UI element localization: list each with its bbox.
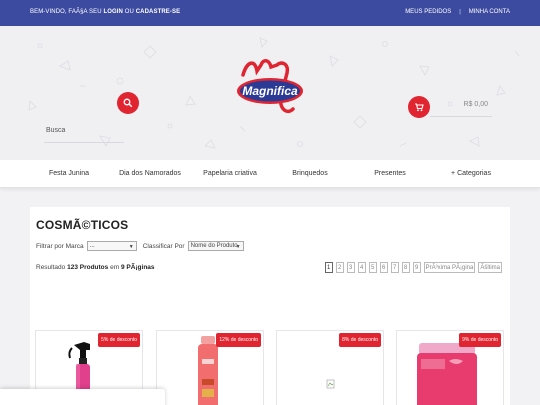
- search-placeholder: Busca: [46, 127, 66, 134]
- page-7[interactable]: 7: [390, 262, 399, 273]
- page-6[interactable]: 6: [379, 262, 388, 273]
- search-input[interactable]: Busca: [44, 119, 124, 143]
- product-card[interactable]: 8% de desconto: [276, 330, 384, 405]
- my-account-link[interactable]: MINHA CONTA: [469, 9, 510, 15]
- search-button[interactable]: [117, 92, 139, 114]
- next-page-button[interactable]: PrÃ³xima PÃ¡gina: [423, 262, 476, 273]
- product-card[interactable]: 9% de desconto: [396, 330, 504, 405]
- category-nav: Festa Junina Dia dos Namorados Papelaria…: [0, 160, 540, 188]
- discount-badge: 8% de desconto: [339, 333, 381, 347]
- discount-badge: 12% de desconto: [216, 333, 261, 347]
- chevron-down-icon: ▼: [235, 244, 241, 250]
- nav-item-dia-dos-namorados[interactable]: Dia dos Namorados: [119, 170, 181, 177]
- or-text: OU: [124, 9, 134, 15]
- brand-select[interactable]: ... ▼: [86, 241, 137, 251]
- page-8[interactable]: 8: [401, 262, 410, 273]
- login-link[interactable]: LOGIN: [103, 9, 123, 15]
- page-4[interactable]: 4: [357, 262, 366, 273]
- signup-link[interactable]: CADASTRE-SE: [136, 9, 180, 15]
- result-pages: 9 PÃ¡ginas: [120, 264, 155, 271]
- store-logo[interactable]: Magnifica: [233, 57, 307, 127]
- product-card[interactable]: 12% de desconto: [156, 330, 264, 405]
- logo-text: Magnifica: [242, 84, 298, 98]
- sort-select[interactable]: Nome do Produto ▼: [187, 241, 244, 251]
- result-summary: Resultado 123 Produtos em 9 PÃ¡ginas: [36, 264, 155, 271]
- chevron-down-icon: ▼: [128, 244, 134, 250]
- cart-total[interactable]: R$ 0,00: [430, 93, 492, 117]
- page-3[interactable]: 3: [346, 262, 355, 273]
- top-bar: BEM-VINDO, FAÃ§A SEU LOGIN OU CADASTRE-S…: [0, 0, 540, 26]
- search-icon: [123, 98, 133, 108]
- sort-select-value: Nome do Produto: [190, 243, 238, 249]
- last-page-button[interactable]: Ãšltima: [478, 262, 502, 273]
- brand-select-value: ...: [89, 243, 95, 249]
- nav-item-papelaria-criativa[interactable]: Papelaria criativa: [203, 170, 257, 177]
- pagination: 1 2 3 4 5 6 7 8 9 PrÃ³xima PÃ¡gina Ãšlti…: [324, 262, 502, 273]
- cart-button[interactable]: [408, 96, 430, 118]
- result-prefix: Resultado: [36, 264, 66, 271]
- welcome-text: BEM-VINDO, FAÃ§A SEU: [30, 9, 102, 15]
- nav-item-more-categories[interactable]: + Categorias: [451, 170, 491, 177]
- page-2[interactable]: 2: [335, 262, 344, 273]
- sort-label: Classificar Por: [142, 242, 185, 250]
- separator: |: [459, 9, 461, 15]
- discount-badge: 5% de desconto: [98, 333, 140, 347]
- result-count: 123 Produtos: [67, 264, 109, 271]
- filter-brand-label: Filtrar por Marca: [36, 242, 84, 250]
- product-listing: COSMÃ©TICOS Filtrar por Marca ... ▼ Clas…: [30, 207, 510, 405]
- filter-bar: Filtrar por Marca ... ▼ Classificar Por …: [36, 241, 244, 251]
- nav-item-festa-junina[interactable]: Festa Junina: [49, 170, 89, 177]
- magnifica-logo: Magnifica: [237, 59, 303, 114]
- page-1[interactable]: 1: [324, 262, 333, 273]
- nav-item-brinquedos[interactable]: Brinquedos: [292, 170, 327, 177]
- site-header: Busca Magnifica R$ 0,00: [0, 26, 540, 160]
- cart-icon: [415, 103, 424, 112]
- page-9[interactable]: 9: [412, 262, 421, 273]
- welcome-message: BEM-VINDO, FAÃ§A SEU LOGIN OU CADASTRE-S…: [30, 9, 180, 15]
- result-in: em: [110, 264, 120, 271]
- cookie-banner: [0, 389, 165, 405]
- page-title: COSMÃ©TICOS: [36, 218, 129, 232]
- search-box: Busca: [44, 119, 139, 143]
- nav-item-presentes[interactable]: Presentes: [374, 170, 406, 177]
- discount-badge: 9% de desconto: [459, 333, 501, 347]
- my-orders-link[interactable]: MEUS PEDIDOS: [405, 9, 451, 15]
- page-5[interactable]: 5: [368, 262, 377, 273]
